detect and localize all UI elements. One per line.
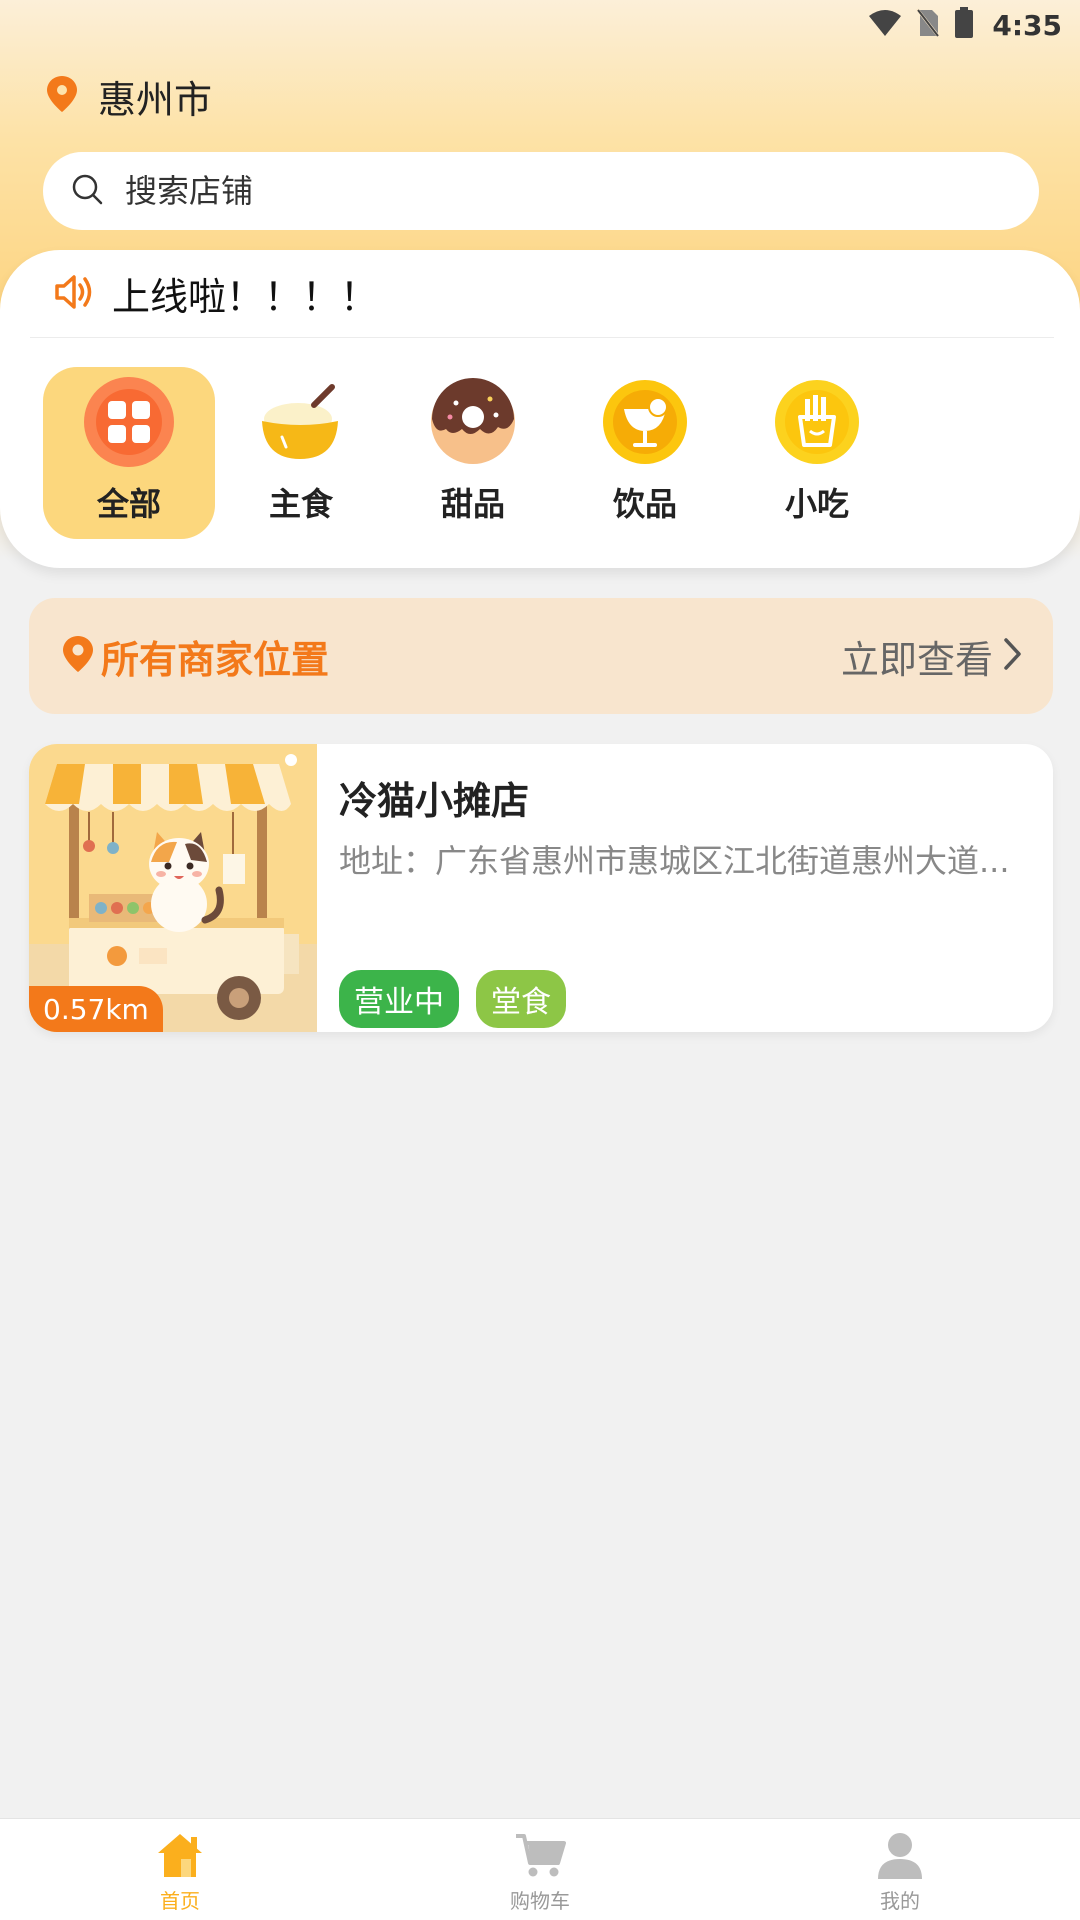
category-label: 饮品 xyxy=(612,485,677,523)
nav-profile[interactable]: 我的 xyxy=(800,1819,1000,1920)
drink-icon xyxy=(600,377,690,471)
city-name: 惠州市 xyxy=(98,77,213,122)
announcement-text: 上线啦！！！！ xyxy=(112,275,379,319)
battery-icon xyxy=(954,7,974,43)
user-icon xyxy=(875,1831,925,1883)
dine-in-badge: 堂食 xyxy=(476,970,566,1028)
nav-label: 首页 xyxy=(160,1889,200,1913)
search-icon xyxy=(71,173,103,209)
nav-cart[interactable]: 购物车 xyxy=(440,1819,640,1920)
donut-icon xyxy=(428,377,518,471)
category-label: 小吃 xyxy=(784,485,849,523)
category-all[interactable]: 全部 xyxy=(43,367,215,539)
location-pin-icon xyxy=(44,74,80,118)
status-badge-open: 营业中 xyxy=(339,970,459,1028)
merchant-locations-banner[interactable]: 所有商家位置 立即查看 xyxy=(29,598,1053,714)
shop-thumbnail: 0.57km xyxy=(29,744,317,1032)
category-panel: 上线啦！！！！ 全部 主食 甜品 饮品 小吃 xyxy=(0,250,1080,568)
grid-icon xyxy=(84,377,174,471)
category-dessert[interactable]: 甜品 xyxy=(387,367,559,539)
category-drinks[interactable]: 饮品 xyxy=(559,367,731,539)
distance-badge: 0.57km xyxy=(29,986,163,1032)
fries-icon xyxy=(772,377,862,471)
shop-address: 地址：广东省惠州市惠城区江北街道惠州大道... xyxy=(339,842,1010,880)
category-staple[interactable]: 主食 xyxy=(215,367,387,539)
category-label: 甜品 xyxy=(440,485,505,523)
city-selector[interactable]: 惠州市 xyxy=(44,70,212,122)
speaker-icon xyxy=(54,273,94,315)
search-input[interactable] xyxy=(125,172,975,210)
no-sim-icon xyxy=(916,8,941,42)
category-list: 全部 主食 甜品 饮品 小吃 xyxy=(43,367,903,539)
location-pin-icon xyxy=(61,634,95,678)
nav-label: 购物车 xyxy=(510,1889,570,1913)
bottom-navigation: 首页 购物车 我的 xyxy=(0,1818,1080,1920)
view-now-label: 立即查看 xyxy=(840,637,993,682)
category-label: 主食 xyxy=(268,485,333,523)
announcement-bar[interactable]: 上线啦！！！！ xyxy=(30,250,1054,338)
status-bar: 4:35 xyxy=(0,0,1080,50)
nav-label: 我的 xyxy=(880,1889,920,1913)
shop-name: 冷猫小摊店 xyxy=(339,779,530,823)
merchant-locations-title: 所有商家位置 xyxy=(101,637,330,682)
category-snacks[interactable]: 小吃 xyxy=(731,367,903,539)
status-time: 4:35 xyxy=(992,8,1062,42)
cart-icon xyxy=(514,1831,566,1883)
category-label: 全部 xyxy=(96,485,161,523)
wifi-icon xyxy=(868,9,902,41)
home-icon xyxy=(155,1831,205,1883)
view-now-link[interactable]: 立即查看 xyxy=(841,629,1023,684)
nav-home[interactable]: 首页 xyxy=(80,1819,280,1920)
chevron-right-icon xyxy=(1003,637,1023,675)
shop-card[interactable]: 0.57km 冷猫小摊店 地址：广东省惠州市惠城区江北街道惠州大道... 营业中… xyxy=(29,744,1053,1032)
search-bar[interactable] xyxy=(43,152,1039,230)
rice-bowl-icon xyxy=(256,377,346,471)
